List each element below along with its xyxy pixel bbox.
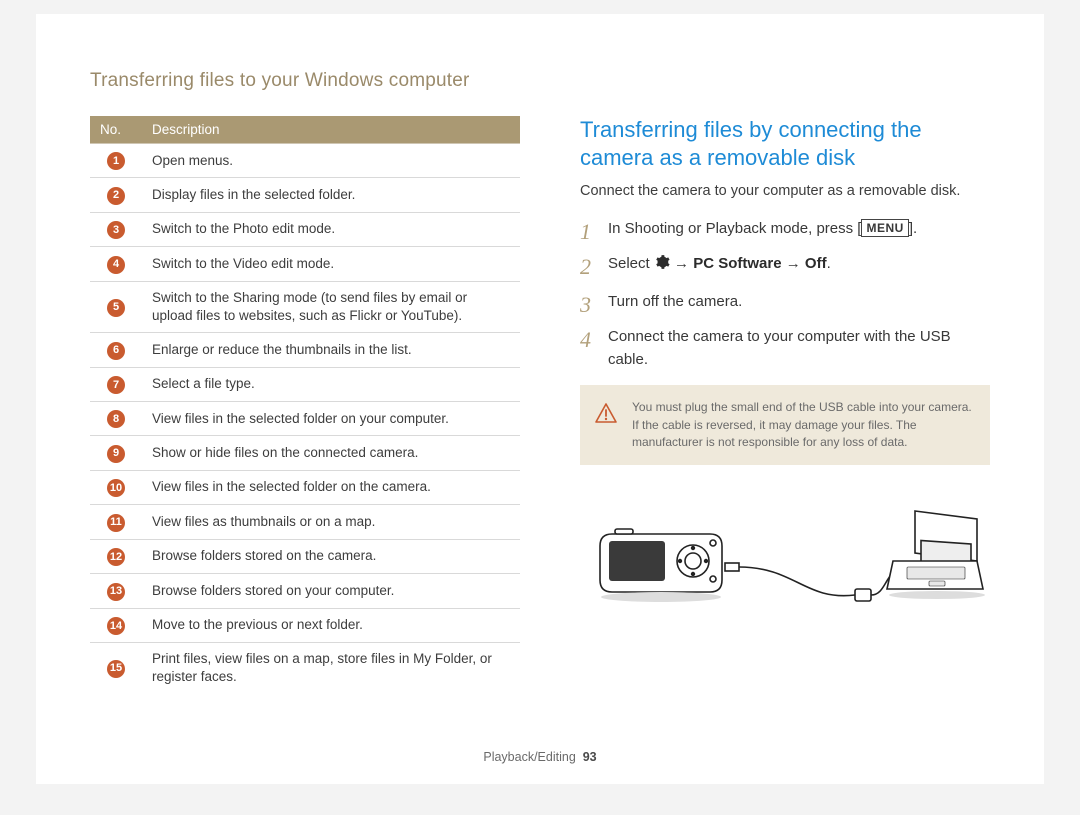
row-number-cell: 10 (90, 470, 142, 504)
page-footer: Playback/Editing 93 (36, 750, 1044, 764)
row-description: Display files in the selected folder. (142, 178, 520, 212)
table-row: 4 Switch to the Video edit mode. (90, 247, 520, 281)
number-bullet-icon: 5 (107, 299, 125, 317)
row-number-cell: 15 (90, 642, 142, 693)
number-bullet-icon: 1 (107, 152, 125, 170)
row-number-cell: 11 (90, 505, 142, 539)
row-number-cell: 2 (90, 178, 142, 212)
number-bullet-icon: 15 (107, 660, 125, 678)
number-bullet-icon: 4 (107, 256, 125, 274)
step-3: Turn off the camera. (580, 290, 990, 313)
description-table: No. Description 1 Open menus. 2 Display fil… (90, 116, 520, 693)
step-text: Select (608, 255, 654, 272)
row-description: Switch to the Photo edit mode. (142, 212, 520, 246)
step-1: In Shooting or Playback mode, press [MEN… (580, 217, 990, 240)
row-description: Show or hide files on the connected came… (142, 436, 520, 470)
footer-page-number: 93 (583, 750, 597, 764)
number-bullet-icon: 10 (107, 479, 125, 497)
footer-section: Playback/Editing (483, 750, 575, 764)
table-row: 10 View files in the selected folder on t… (90, 470, 520, 504)
camera-to-laptop-illustration (580, 491, 990, 621)
table-row: 2 Display files in the selected folder. (90, 178, 520, 212)
row-number-cell: 13 (90, 574, 142, 608)
step-4: Connect the camera to your computer with… (580, 325, 990, 372)
laptop-icon (887, 511, 985, 599)
row-number-cell: 14 (90, 608, 142, 642)
number-bullet-icon: 8 (107, 410, 125, 428)
row-description: Enlarge or reduce the thumbnails in the … (142, 333, 520, 367)
menu-key-icon: MENU (861, 219, 908, 237)
step-text: . (827, 255, 831, 272)
table-row: 3 Switch to the Photo edit mode. (90, 212, 520, 246)
table-row: 15 Print files, view files on a map, stor… (90, 642, 520, 693)
row-description: Browse folders stored on the camera. (142, 539, 520, 573)
note-text: You must plug the small end of the USB c… (632, 400, 972, 449)
manual-page: Transferring files to your Windows compu… (36, 14, 1044, 784)
step-strong: PC Software (693, 255, 781, 272)
step-text: ]. (909, 220, 917, 237)
section-intro: Connect the camera to your computer as a… (580, 183, 990, 199)
row-number-cell: 3 (90, 212, 142, 246)
row-number-cell: 9 (90, 436, 142, 470)
number-bullet-icon: 9 (107, 445, 125, 463)
camera-icon (600, 529, 722, 602)
number-bullet-icon: 2 (107, 187, 125, 205)
row-number-cell: 6 (90, 333, 142, 367)
row-description: Switch to the Video edit mode. (142, 247, 520, 281)
table-row: 1 Open menus. (90, 144, 520, 178)
table-row: 8 View files in the selected folder on yo… (90, 401, 520, 435)
table-row: 14 Move to the previous or next folder. (90, 608, 520, 642)
row-number-cell: 12 (90, 539, 142, 573)
step-strong: Off (805, 255, 827, 272)
th-no: No. (90, 116, 142, 144)
right-column: Transferring files by connecting the cam… (580, 116, 990, 693)
row-description: View files in the selected folder on you… (142, 401, 520, 435)
row-description: Move to the previous or next folder. (142, 608, 520, 642)
number-bullet-icon: 11 (107, 514, 125, 532)
row-description: Select a file type. (142, 367, 520, 401)
number-bullet-icon: 12 (107, 548, 125, 566)
warning-triangle-icon (594, 401, 618, 430)
numbered-steps: In Shooting or Playback mode, press [MEN… (580, 217, 990, 371)
row-description: Print files, view files on a map, store … (142, 642, 520, 693)
two-column-layout: No. Description 1 Open menus. 2 Display fil… (90, 116, 990, 693)
caution-note: You must plug the small end of the USB c… (580, 385, 990, 465)
row-number-cell: 1 (90, 144, 142, 178)
th-desc: Description (142, 116, 520, 144)
table-row: 5 Switch to the Sharing mode (to send fil… (90, 281, 520, 332)
number-bullet-icon: 3 (107, 221, 125, 239)
table-row: 12 Browse folders stored on the camera. (90, 539, 520, 573)
row-number-cell: 8 (90, 401, 142, 435)
table-row: 7 Select a file type. (90, 367, 520, 401)
table-row: 9 Show or hide files on the connected cam… (90, 436, 520, 470)
row-description: View files as thumbnails or on a map. (142, 505, 520, 539)
step-text: → (782, 255, 805, 272)
row-description: View files in the selected folder on the… (142, 470, 520, 504)
number-bullet-icon: 7 (107, 376, 125, 394)
left-column: No. Description 1 Open menus. 2 Display fil… (90, 116, 520, 693)
row-description: Browse folders stored on your computer. (142, 574, 520, 608)
number-bullet-icon: 14 (107, 617, 125, 635)
usb-cable-icon (725, 563, 911, 601)
step-2: Select → PC Software → Off. (580, 252, 990, 277)
number-bullet-icon: 13 (107, 583, 125, 601)
number-bullet-icon: 6 (107, 342, 125, 360)
gear-icon (654, 254, 670, 277)
page-header: Transferring files to your Windows compu… (90, 70, 990, 92)
row-description: Open menus. (142, 144, 520, 178)
step-text: → (670, 255, 693, 272)
section-title: Transferring files by connecting the cam… (580, 116, 990, 171)
row-number-cell: 4 (90, 247, 142, 281)
row-description: Switch to the Sharing mode (to send file… (142, 281, 520, 332)
table-row: 13 Browse folders stored on your computer… (90, 574, 520, 608)
table-row: 6 Enlarge or reduce the thumbnails in the… (90, 333, 520, 367)
row-number-cell: 5 (90, 281, 142, 332)
row-number-cell: 7 (90, 367, 142, 401)
table-row: 11 View files as thumbnails or on a map. (90, 505, 520, 539)
step-text: In Shooting or Playback mode, press [ (608, 220, 861, 237)
